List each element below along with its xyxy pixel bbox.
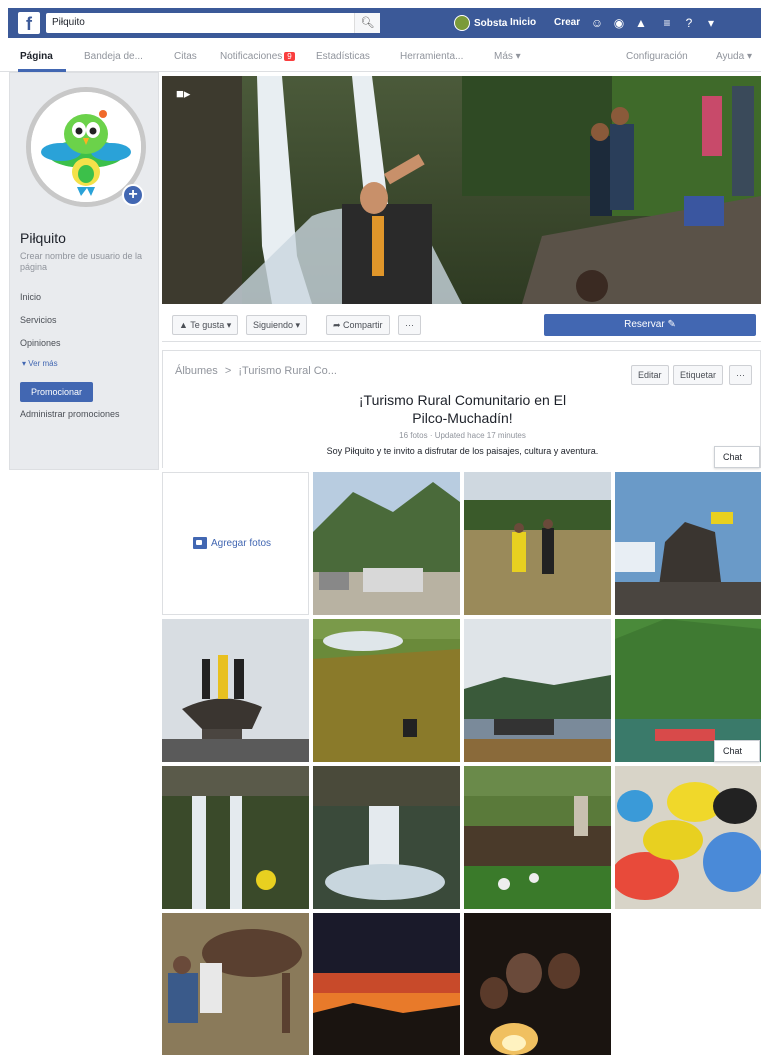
album-title-line-1: ¡Turismo Rural Comunitario en El <box>358 392 567 408</box>
breadcrumb-separator: > <box>224 365 232 377</box>
tab-notifications-label: Notificaciones <box>220 51 283 62</box>
photo-tile[interactable] <box>162 766 309 909</box>
home-link[interactable]: Inicio <box>510 17 536 28</box>
tab-more[interactable]: Más ▾ <box>494 51 521 62</box>
following-button[interactable]: Siguiendo ▾ <box>246 315 308 335</box>
user-name: Sobsta <box>474 17 508 29</box>
notification-badge: 9 <box>284 52 295 61</box>
tag-album-button[interactable]: Etiquetar <box>673 365 724 385</box>
waterfall-cover-image <box>162 76 761 304</box>
more-options-button[interactable]: ··· <box>398 315 421 335</box>
lagoon-hillside-photo <box>313 619 460 762</box>
photo-tile[interactable] <box>464 619 611 762</box>
tab-help[interactable]: Ayuda ▾ <box>716 51 752 62</box>
add-photos-label: Agregar fotos <box>211 537 272 549</box>
mountain-valley-photo <box>313 472 460 615</box>
farm-field-photo <box>464 766 611 909</box>
field-people-photo <box>464 472 611 615</box>
search-value: Piłquito <box>52 17 85 28</box>
photo-tile[interactable] <box>464 472 611 615</box>
horse-children-photo <box>162 913 309 1055</box>
breadcrumb-albums-link[interactable]: Álbumes <box>175 365 218 377</box>
tab-page[interactable]: Página <box>20 51 53 62</box>
tab-settings[interactable]: Configuración <box>626 51 688 62</box>
friends-icon[interactable]: ☺ <box>590 16 604 30</box>
sidebar-item-reviews[interactable]: Opiniones <box>20 338 61 348</box>
search-input[interactable]: Piłquito 🔍︎ <box>46 13 380 33</box>
cover-photo[interactable]: ■▸ <box>162 76 761 304</box>
tab-notifications[interactable]: Notificaciones 9 <box>220 51 295 62</box>
waterfall-pool-photo <box>313 766 460 909</box>
album-title: ¡Turismo Rural Comunitario en El Pilco-M… <box>163 391 761 427</box>
create-username-link[interactable]: Crear nombre de usuario de la página <box>20 251 150 273</box>
breadcrumb: Álbumes > ¡Turismo Rural Co... <box>175 365 337 377</box>
like-button[interactable]: ▲ Te gusta ▾ <box>172 315 239 335</box>
manage-promotions-link[interactable]: Administrar promociones <box>20 409 120 419</box>
album-header: Álbumes > ¡Turismo Rural Co... Editar Et… <box>162 350 761 468</box>
share-button[interactable]: ➦ Compartir <box>326 315 390 335</box>
photo-grid: Agregar fotos <box>162 472 761 1055</box>
tab-tools[interactable]: Herramienta... <box>400 51 463 62</box>
add-profile-photo-button[interactable]: + <box>122 184 144 206</box>
chat-label: Chat <box>723 452 743 462</box>
sidebar-item-home[interactable]: Inicio <box>20 292 41 302</box>
page-title[interactable]: Piłquito <box>20 230 66 246</box>
tab-insights[interactable]: Estadísticas <box>316 51 370 62</box>
chat-tab[interactable]: Chat <box>714 740 760 762</box>
photo-tile[interactable] <box>162 913 309 1055</box>
photo-tile[interactable] <box>615 472 761 615</box>
create-link[interactable]: Crear <box>554 17 580 28</box>
top-navigation-bar: f Piłquito 🔍︎ Sobsta Inicio Crear ☺ ◉ ▲ … <box>0 0 761 40</box>
photo-icon <box>193 537 207 549</box>
video-camera-icon[interactable]: ■▸ <box>176 86 190 102</box>
breadcrumb-current: ¡Turismo Rural Co... <box>238 365 337 377</box>
see-more-link[interactable]: ▾ Ver más <box>22 359 58 368</box>
chat-label: Chat <box>723 746 743 756</box>
twin-waterfall-photo <box>162 766 309 909</box>
add-photos-tile[interactable]: Agregar fotos <box>162 472 309 615</box>
photo-tile[interactable] <box>313 472 460 615</box>
album-meta: 16 fotos · Updated hace 17 minutes <box>399 431 526 440</box>
rock-summit-photo <box>615 472 761 615</box>
album-description: Soy Piłquito y te invito a disfrutar de … <box>326 446 599 456</box>
edit-album-button[interactable]: Editar <box>631 365 669 385</box>
search-icon[interactable]: 🔍︎ <box>354 13 380 33</box>
facebook-page-screen: f Piłquito 🔍︎ Sobsta Inicio Crear ☺ ◉ ▲ … <box>0 0 761 1055</box>
chat-tab[interactable]: Chat <box>714 446 760 468</box>
album-title-line-2: Pilco-Muchadín! <box>412 410 513 426</box>
tab-appointments[interactable]: Citas <box>174 51 197 62</box>
promote-button[interactable]: Promocionar <box>20 382 93 402</box>
page-action-bar: ▲ Te gusta ▾ Siguiendo ▾ ➦ Compartir ···… <box>162 308 761 342</box>
photo-tile[interactable] <box>313 913 460 1055</box>
help-icon[interactable]: ≡ <box>660 16 674 30</box>
avatar <box>454 15 470 31</box>
dropdown-icon[interactable]: ▾ <box>704 16 718 30</box>
lake-group-photo <box>464 619 611 762</box>
parrot-mascot-icon <box>31 92 141 202</box>
sidebar-item-services[interactable]: Servicios <box>20 315 57 325</box>
page-tabs: Página Bandeja de... Citas Notificacione… <box>0 40 761 72</box>
reserve-button[interactable]: Reservar ✎ <box>544 314 756 336</box>
add-photos-link[interactable]: Agregar fotos <box>193 537 271 549</box>
profile-link[interactable]: Sobsta <box>454 14 507 32</box>
left-sidebar: + Piłquito Crear nombre de usuario de la… <box>9 72 159 470</box>
photo-tile[interactable] <box>615 766 761 909</box>
sunset-photo <box>313 913 460 1055</box>
rock-hikers-photo <box>162 619 309 762</box>
beanbags-photo <box>615 766 761 909</box>
blue-header: f Piłquito 🔍︎ Sobsta Inicio Crear ☺ ◉ ▲ … <box>8 8 761 38</box>
messenger-icon[interactable]: ◉ <box>612 16 626 30</box>
photo-tile[interactable] <box>162 619 309 762</box>
facebook-logo-icon[interactable]: f <box>18 12 40 34</box>
album-options-button[interactable]: ··· <box>729 365 752 385</box>
tab-inbox[interactable]: Bandeja de... <box>84 51 143 62</box>
photo-tile[interactable] <box>313 766 460 909</box>
photo-tile[interactable] <box>464 766 611 909</box>
notifications-icon[interactable]: ▲ <box>634 16 648 30</box>
photo-tile[interactable] <box>313 619 460 762</box>
photo-tile[interactable] <box>464 913 611 1055</box>
question-icon[interactable]: ? <box>682 16 696 30</box>
campfire-photo <box>464 913 611 1055</box>
